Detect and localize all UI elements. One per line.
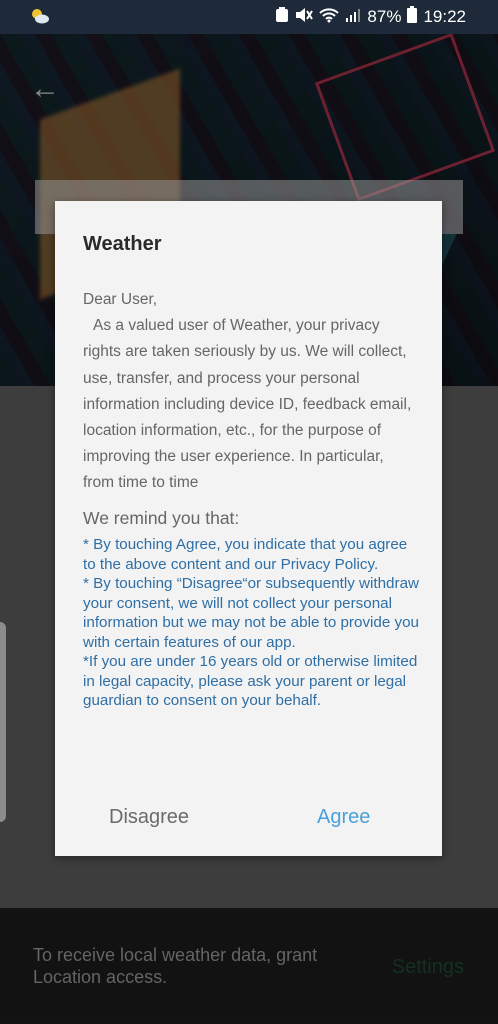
- consent-point[interactable]: * By touching Agree, you indicate that y…: [83, 535, 423, 574]
- agree-button[interactable]: Agree: [317, 806, 370, 829]
- status-bar: 87% 19:22: [0, 0, 498, 34]
- disagree-button[interactable]: Disagree: [109, 806, 189, 829]
- dialog-body-text: As a valued user of Weather, your privac…: [83, 317, 412, 492]
- mute-icon: [295, 7, 314, 28]
- dialog-title: Weather: [83, 233, 162, 255]
- notification-icon: [275, 6, 289, 28]
- remind-heading: We remind you that:: [83, 508, 240, 528]
- wifi-icon: [319, 7, 340, 28]
- consent-point: *If you are under 16 years old or otherw…: [83, 653, 418, 709]
- consent-point: * By touching “Disagree“or subsequently …: [83, 575, 420, 651]
- clock: 19:22: [423, 7, 466, 26]
- partly-cloudy-icon: [30, 8, 50, 29]
- battery-percent: 87%: [367, 7, 402, 26]
- dialog-body[interactable]: Dear User, As a valued user of Weather, …: [83, 287, 417, 499]
- dialog-greeting: Dear User,: [83, 291, 158, 308]
- signal-icon: [345, 7, 361, 28]
- consent-points: * By touching Agree, you indicate that y…: [83, 535, 423, 711]
- privacy-dialog: Weather Dear User, As a valued user of W…: [55, 201, 442, 856]
- battery-icon: [407, 6, 418, 28]
